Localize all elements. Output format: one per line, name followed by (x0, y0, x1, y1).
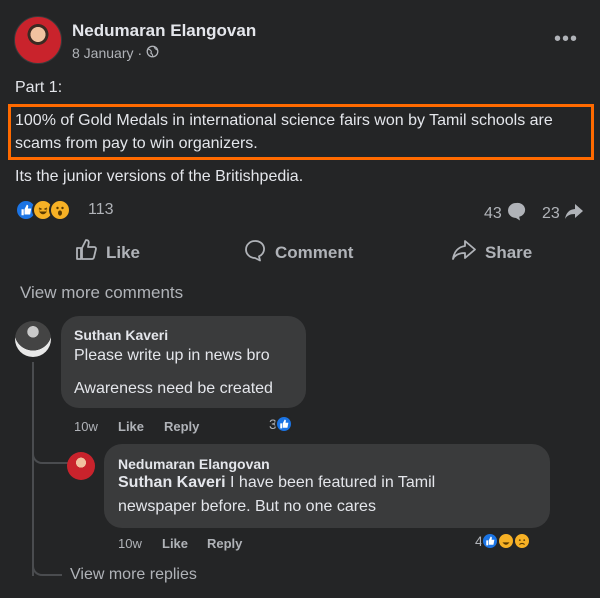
comment-reply-button[interactable]: Reply (207, 536, 242, 551)
like-reaction-icon (274, 415, 293, 433)
thread-connector (32, 440, 68, 464)
view-more-replies-link[interactable]: View more replies (70, 566, 197, 584)
share-arrow-icon (564, 201, 584, 226)
commenter-avatar[interactable] (15, 321, 51, 357)
comment-text-line: Suthan Kaveri I have been featured in Ta… (118, 474, 435, 492)
comments-count-value: 43 (484, 204, 502, 222)
share-icon (451, 238, 477, 267)
comment-text-line: newspaper before. But no one cares (118, 498, 376, 515)
post-highlight-text: 100% of Gold Medals in international sci… (15, 112, 553, 152)
reactions-count[interactable]: 113 (88, 201, 114, 219)
comment-reactions[interactable]: 3 (269, 415, 293, 433)
comment-bubble-icon (506, 201, 526, 226)
more-options-icon[interactable]: ••• (554, 28, 578, 51)
mention-link[interactable]: Suthan Kaveri (118, 474, 226, 491)
comment-label: Comment (275, 242, 354, 262)
commenter-name[interactable]: Nedumaran Elangovan (118, 456, 270, 472)
thread-line (32, 362, 34, 576)
post-date[interactable]: 8 January (72, 45, 133, 61)
post-part-label: Part 1: (15, 79, 63, 96)
author-name[interactable]: Nedumaran Elangovan (72, 21, 256, 41)
shares-count[interactable]: 23 (542, 201, 584, 226)
globe-icon (146, 45, 159, 61)
commenter-avatar[interactable] (67, 452, 95, 480)
shares-count-value: 23 (542, 204, 560, 222)
comment-button[interactable]: Comment (243, 238, 353, 267)
comment-text: I have been featured in Tamil (225, 474, 436, 491)
commenter-name[interactable]: Suthan Kaveri (74, 327, 168, 343)
sad-reaction-icon (512, 532, 531, 550)
comment-time[interactable]: 10w (74, 419, 98, 434)
thumbs-up-icon (74, 238, 98, 267)
author-avatar[interactable] (14, 16, 62, 64)
like-label: Like (106, 242, 141, 262)
wow-reaction-icon (49, 199, 71, 221)
view-more-comments-link[interactable]: View more comments (20, 283, 183, 303)
share-button[interactable]: Share (451, 238, 532, 267)
comment-text-line: Please write up in news bro (74, 347, 270, 364)
share-label: Share (485, 242, 533, 262)
thread-connector (32, 556, 62, 576)
comments-count[interactable]: 43 (484, 201, 526, 226)
post-body-line: Its the junior versions of the Britishpe… (15, 168, 304, 185)
reaction-icons[interactable] (15, 199, 71, 221)
meta-separator: · (137, 45, 143, 61)
comment-like-button[interactable]: Like (162, 536, 188, 551)
comment-reply-button[interactable]: Reply (164, 419, 199, 434)
post-meta: 8 January · (72, 45, 159, 61)
comment-reactions[interactable]: 4 (475, 532, 531, 550)
comment-text-line: Awareness need be created (74, 380, 273, 397)
comment-like-button[interactable]: Like (118, 419, 144, 434)
like-button[interactable]: Like (74, 238, 140, 267)
comment-time[interactable]: 10w (118, 536, 142, 551)
comment-icon (243, 238, 267, 267)
